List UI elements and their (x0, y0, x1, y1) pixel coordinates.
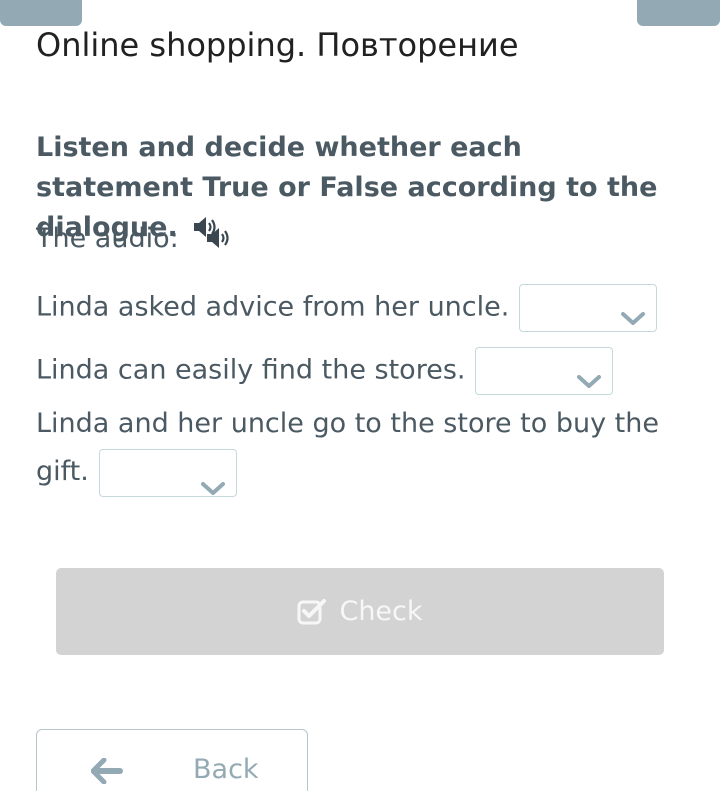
question-text: Linda can easily find the stores. (36, 354, 466, 386)
back-label: Back (193, 754, 259, 785)
question-2: Linda can easily find the stores. (36, 347, 614, 395)
check-label: Check (339, 596, 423, 627)
chevron-down-icon (576, 363, 602, 401)
audio-speaker-icon[interactable] (205, 223, 233, 261)
chevron-down-icon (200, 465, 226, 513)
arrow-left-icon (90, 757, 123, 791)
audio-row: The audio: (36, 220, 233, 261)
exercise-page: Online shopping. Повторение Listen and d… (0, 0, 720, 791)
audio-label: The audio: (36, 223, 179, 254)
question-text: Linda asked advice from her uncle. (36, 291, 510, 323)
top-left-button[interactable] (0, 0, 82, 26)
answer-dropdown-1[interactable] (519, 284, 658, 332)
answer-dropdown-2[interactable] (475, 347, 614, 395)
question-3: Linda and her uncle go to the store to b… (36, 400, 676, 497)
page-title: Online shopping. Повторение (36, 26, 519, 64)
top-right-button[interactable] (637, 0, 720, 26)
answer-dropdown-3[interactable] (98, 448, 237, 497)
chevron-down-icon (620, 300, 646, 338)
question-1: Linda asked advice from her uncle. (36, 284, 658, 332)
check-button[interactable]: Check (56, 568, 664, 655)
back-button[interactable]: Back (36, 729, 308, 791)
check-square-icon (297, 598, 327, 626)
